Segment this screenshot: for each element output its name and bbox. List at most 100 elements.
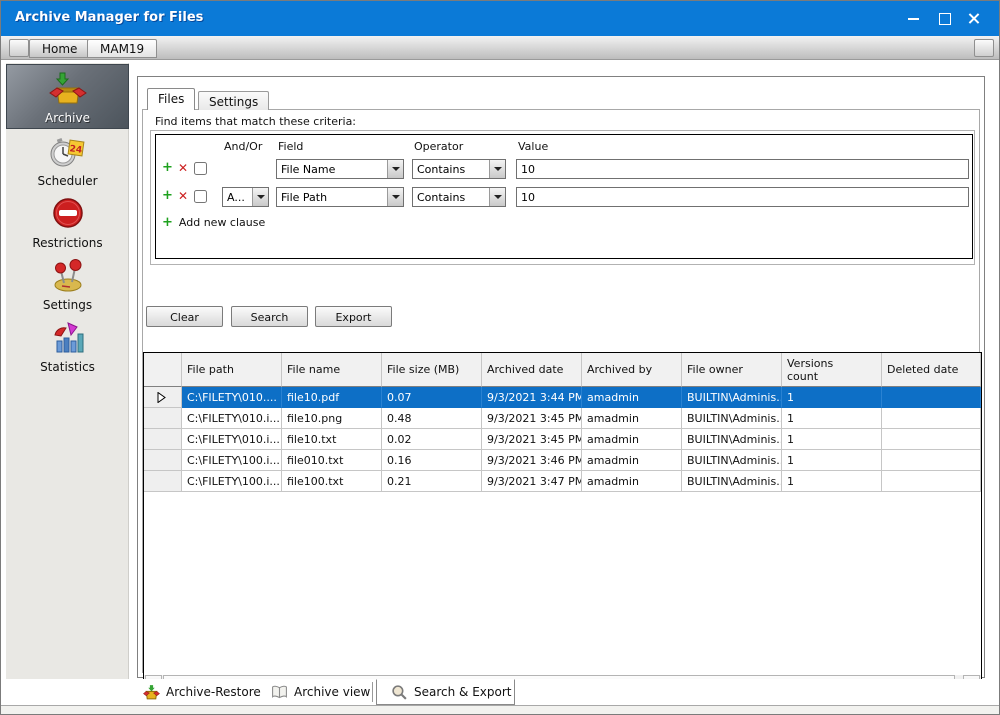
cell-file-owner[interactable]: BUILTIN\Adminis... [682, 408, 782, 429]
tab-search-export[interactable]: Search & Export [376, 679, 515, 705]
sidebar-item-settings[interactable]: Settings [6, 253, 129, 315]
table-row[interactable]: C:\FILETY\010.i... file10.txt 0.02 9/3/2… [144, 429, 981, 450]
value-input[interactable] [516, 159, 969, 179]
cell-archived-by[interactable]: amadmin [582, 450, 682, 471]
cell-file-owner[interactable]: BUILTIN\Adminis... [682, 429, 782, 450]
clause-checkbox[interactable] [194, 190, 207, 203]
tab-home[interactable]: Home [29, 39, 90, 58]
sidebar-item-statistics[interactable]: Statistics [6, 315, 129, 377]
cell-versions-count[interactable]: 1 [782, 429, 882, 450]
cell-deleted-date[interactable] [882, 471, 981, 492]
cell-versions-count[interactable]: 1 [782, 450, 882, 471]
table-row[interactable]: C:\FILETY\100.i... file100.txt 0.21 9/3/… [144, 471, 981, 492]
field-dropdown[interactable]: File Path [276, 187, 404, 207]
sidebar-item-label: Restrictions [32, 236, 102, 250]
cell-file-name[interactable]: file100.txt [282, 471, 382, 492]
table-row[interactable]: C:\FILETY\100.i... file010.txt 0.16 9/3/… [144, 450, 981, 471]
row-selector-cell[interactable] [144, 429, 182, 450]
maximize-icon[interactable] [933, 9, 955, 28]
tab-strip-spacer [974, 39, 994, 57]
export-button[interactable]: Export [315, 306, 392, 327]
value-input[interactable] [516, 187, 969, 207]
chevron-down-icon[interactable] [489, 160, 505, 178]
remove-clause-icon[interactable]: ✕ [178, 189, 188, 203]
cell-versions-count[interactable]: 1 [782, 387, 882, 408]
andor-dropdown[interactable]: A... [222, 187, 269, 207]
cell-archived-date[interactable]: 9/3/2021 3:44 PM [482, 387, 582, 408]
sidebar-item-scheduler[interactable]: 24 Scheduler [6, 129, 129, 191]
cell-file-size[interactable]: 0.48 [382, 408, 482, 429]
cell-archived-by[interactable]: amadmin [582, 387, 682, 408]
cell-file-owner[interactable]: BUILTIN\Adminis... [682, 387, 782, 408]
cell-file-name[interactable]: file10.pdf [282, 387, 382, 408]
cell-deleted-date[interactable] [882, 450, 981, 471]
cell-file-path[interactable]: C:\FILETY\010.... [182, 387, 282, 408]
column-header-deleted-date[interactable]: Deleted date [882, 353, 981, 387]
main-panel: Files Settings Find items that match the… [137, 76, 985, 678]
cell-file-owner[interactable]: BUILTIN\Adminis... [682, 450, 782, 471]
add-new-clause-link[interactable]: +Add new clause [162, 215, 265, 230]
table-row[interactable]: C:\FILETY\010.... file10.pdf 0.07 9/3/20… [144, 387, 981, 408]
cell-archived-by[interactable]: amadmin [582, 471, 682, 492]
cell-file-path[interactable]: C:\FILETY\100.i... [182, 450, 282, 471]
search-button[interactable]: Search [231, 306, 308, 327]
row-selector-cell[interactable] [144, 471, 182, 492]
cell-file-name[interactable]: file010.txt [282, 450, 382, 471]
chevron-down-icon[interactable] [252, 188, 268, 206]
chevron-down-icon[interactable] [387, 160, 403, 178]
cell-archived-by[interactable]: amadmin [582, 408, 682, 429]
row-selector-cell[interactable] [144, 387, 182, 408]
column-header-file-path[interactable]: File path [182, 353, 282, 387]
operator-dropdown[interactable]: Contains [412, 159, 506, 179]
cell-file-size[interactable]: 0.07 [382, 387, 482, 408]
table-row[interactable]: C:\FILETY\010.i... file10.png 0.48 9/3/2… [144, 408, 981, 429]
minimize-icon[interactable] [903, 9, 925, 28]
field-dropdown[interactable]: File Name [276, 159, 404, 179]
remove-clause-icon[interactable]: ✕ [178, 161, 188, 175]
operator-dropdown[interactable]: Contains [412, 187, 506, 207]
add-clause-icon[interactable]: + [162, 188, 173, 203]
chevron-down-icon[interactable] [387, 188, 403, 206]
sidebar-item-archive[interactable]: Archive [6, 64, 129, 129]
row-selector-cell[interactable] [144, 450, 182, 471]
tab-mam19[interactable]: MAM19 [87, 39, 157, 58]
tab-settings[interactable]: Settings [198, 91, 269, 110]
cell-versions-count[interactable]: 1 [782, 471, 882, 492]
cell-file-size[interactable]: 0.02 [382, 429, 482, 450]
cell-versions-count[interactable]: 1 [782, 408, 882, 429]
column-header-versions-count[interactable]: Versions count [782, 353, 882, 387]
row-selector-header [144, 353, 182, 387]
cell-archived-by[interactable]: amadmin [582, 429, 682, 450]
cell-file-owner[interactable]: BUILTIN\Adminis... [682, 471, 782, 492]
tab-files[interactable]: Files [147, 88, 195, 110]
cell-file-path[interactable]: C:\FILETY\010.i... [182, 429, 282, 450]
chevron-down-icon[interactable] [489, 188, 505, 206]
clear-button[interactable]: Clear [146, 306, 223, 327]
row-selector-cell[interactable] [144, 408, 182, 429]
cell-archived-date[interactable]: 9/3/2021 3:45 PM [482, 429, 582, 450]
close-icon[interactable] [963, 9, 985, 28]
column-header-file-owner[interactable]: File owner [682, 353, 782, 387]
column-header-archived-by[interactable]: Archived by [582, 353, 682, 387]
cell-deleted-date[interactable] [882, 429, 981, 450]
cell-archived-date[interactable]: 9/3/2021 3:46 PM [482, 450, 582, 471]
column-header-archived-date[interactable]: Archived date [482, 353, 582, 387]
add-clause-icon[interactable]: + [162, 160, 173, 175]
column-header-file-name[interactable]: File name [282, 353, 382, 387]
cell-file-path[interactable]: C:\FILETY\010.i... [182, 408, 282, 429]
column-header-file-size[interactable]: File size (MB) [382, 353, 482, 387]
sidebar-item-restrictions[interactable]: Restrictions [6, 191, 129, 253]
cell-archived-date[interactable]: 9/3/2021 3:45 PM [482, 408, 582, 429]
cell-file-name[interactable]: file10.png [282, 408, 382, 429]
cell-deleted-date[interactable] [882, 408, 981, 429]
cell-file-name[interactable]: file10.txt [282, 429, 382, 450]
window-title: Archive Manager for Files [15, 10, 203, 25]
cell-file-size[interactable]: 0.21 [382, 471, 482, 492]
tab-archive-restore[interactable]: Archive-Restore [143, 682, 261, 702]
clause-checkbox[interactable] [194, 162, 207, 175]
tab-archive-view[interactable]: Archive view [271, 682, 370, 702]
cell-file-path[interactable]: C:\FILETY\100.i... [182, 471, 282, 492]
cell-deleted-date[interactable] [882, 387, 981, 408]
cell-file-size[interactable]: 0.16 [382, 450, 482, 471]
cell-archived-date[interactable]: 9/3/2021 3:47 PM [482, 471, 582, 492]
